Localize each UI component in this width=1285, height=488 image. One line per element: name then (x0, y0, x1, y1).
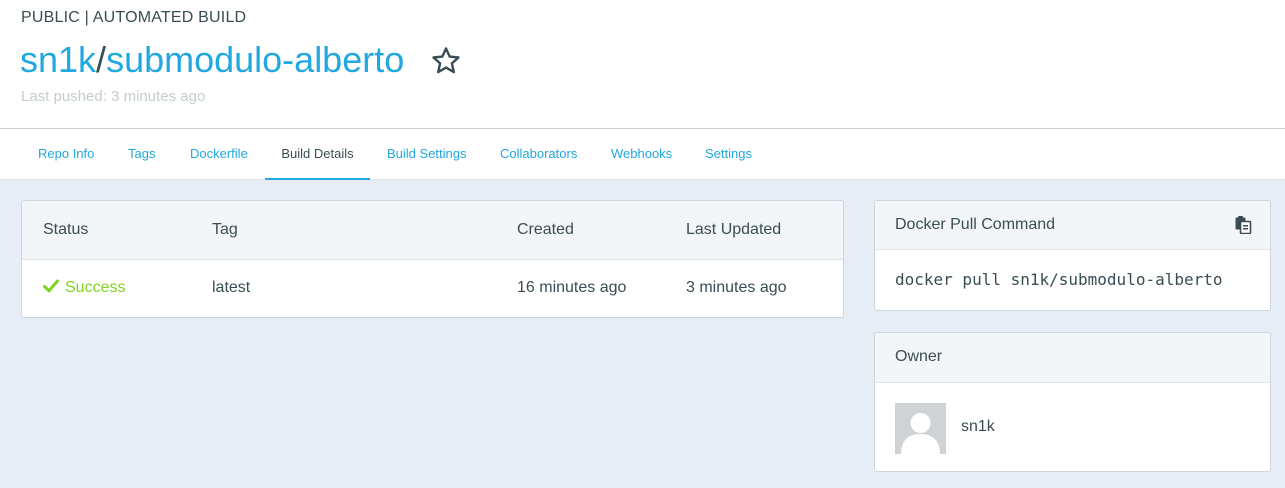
repo-tabs: Repo Info Tags Dockerfile Build Details … (0, 128, 1285, 180)
build-tag: latest (212, 279, 251, 296)
docker-pull-panel: Docker Pull Command docker pull sn1k/sub… (874, 200, 1271, 311)
tab-settings[interactable]: Settings (705, 129, 752, 180)
avatar[interactable] (895, 403, 946, 454)
tab-tags[interactable]: Tags (128, 129, 155, 180)
main-content: Status Tag Created Last Updated Success … (0, 180, 1285, 488)
owner-title: Owner (895, 348, 943, 365)
owner-name-link[interactable]: sn1k (961, 418, 995, 436)
tab-repo-info[interactable]: Repo Info (38, 129, 94, 180)
clipboard-icon[interactable] (1234, 216, 1252, 234)
build-status[interactable]: Success (43, 279, 125, 297)
docker-pull-command[interactable]: docker pull sn1k/submodulo-alberto (895, 270, 1223, 289)
user-avatar-icon (895, 403, 946, 454)
repo-name-link[interactable]: submodulo-alberto (106, 39, 404, 80)
column-header-created: Created (517, 221, 574, 238)
builds-table-header: Status Tag Created Last Updated (22, 201, 843, 260)
last-pushed-text: Last pushed: 3 minutes ago (21, 88, 206, 105)
check-icon (43, 279, 59, 293)
owner-header: Owner (875, 333, 1270, 383)
column-header-last-updated: Last Updated (686, 221, 782, 238)
tab-webhooks[interactable]: Webhooks (611, 129, 672, 180)
repo-visibility-label: PUBLIC | AUTOMATED BUILD (21, 9, 247, 26)
column-header-status: Status (43, 221, 89, 238)
builds-table: Status Tag Created Last Updated Success … (21, 200, 844, 318)
star-icon[interactable] (430, 45, 462, 77)
tab-dockerfile[interactable]: Dockerfile (190, 129, 248, 180)
build-created: 16 minutes ago (517, 279, 627, 296)
tab-build-details[interactable]: Build Details (265, 129, 370, 180)
table-row[interactable]: Success latest 16 minutes ago 3 minutes … (22, 260, 843, 317)
tab-collaborators[interactable]: Collaborators (500, 129, 577, 180)
build-status-label: Success (65, 279, 126, 296)
repo-header: PUBLIC | AUTOMATED BUILD sn1k/submodulo-… (0, 0, 1285, 128)
build-last-updated: 3 minutes ago (686, 279, 787, 296)
repo-title: sn1k/submodulo-alberto (20, 38, 404, 82)
repo-namespace-link[interactable]: sn1k (20, 39, 96, 80)
docker-pull-header: Docker Pull Command (875, 201, 1270, 250)
owner-panel: Owner sn1k (874, 332, 1271, 472)
docker-pull-title: Docker Pull Command (895, 216, 1056, 233)
column-header-tag: Tag (212, 221, 238, 238)
tab-build-settings[interactable]: Build Settings (387, 129, 467, 180)
repo-title-separator: / (96, 39, 107, 80)
